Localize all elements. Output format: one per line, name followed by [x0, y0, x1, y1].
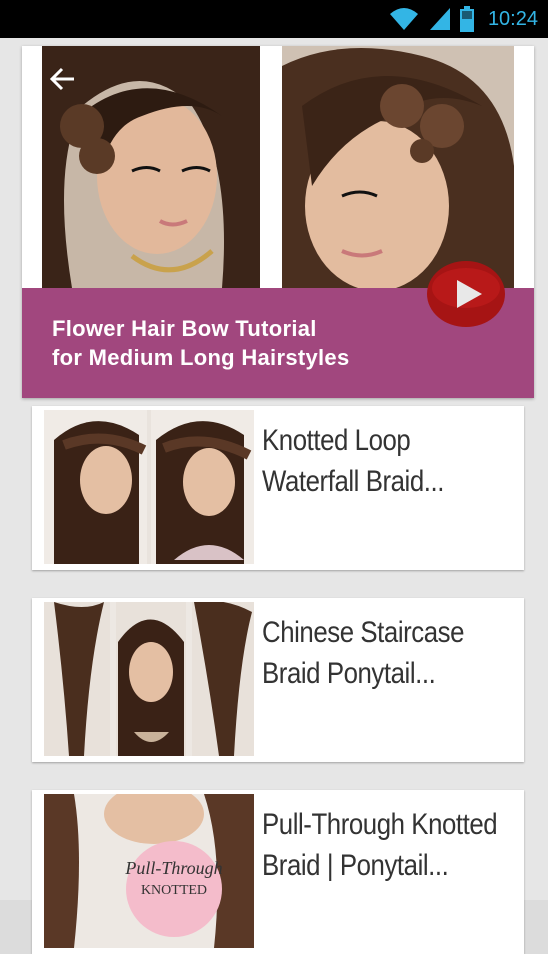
- video-card[interactable]: Knotted Loop Waterfall Braid...: [32, 406, 524, 570]
- status-icons: 10:24: [388, 6, 538, 32]
- featured-video[interactable]: Flower Hair Bow Tutorial for Medium Long…: [22, 46, 534, 398]
- featured-video-title: Flower Hair Bow Tutorial for Medium Long…: [52, 316, 350, 370]
- status-bar: 10:24: [0, 0, 548, 38]
- clock: 10:24: [487, 7, 538, 30]
- thumbnail-text: Pull-Through: [124, 858, 222, 878]
- hero-photo-right: [282, 46, 514, 288]
- battery-icon: [459, 6, 474, 32]
- wifi-icon: [389, 8, 418, 30]
- video-card[interactable]: Pull-Through KNOTTED Pull-Through Knotte…: [32, 790, 524, 954]
- video-title: Knotted Loop Waterfall Braid...: [262, 424, 444, 498]
- video-thumbnail: [44, 410, 254, 564]
- signal-icon: [429, 8, 450, 30]
- video-title: Chinese Staircase Braid Ponytail...: [262, 616, 465, 690]
- video-thumbnail: Pull-Through KNOTTED: [44, 794, 254, 948]
- back-button[interactable]: [48, 64, 78, 94]
- thumbnail-text: KNOTTED: [141, 883, 207, 898]
- play-icon: [427, 261, 505, 327]
- video-thumbnail: [44, 602, 254, 756]
- play-button[interactable]: [426, 260, 506, 328]
- video-title: Pull-Through Knotted Braid | Ponytail...: [262, 808, 498, 882]
- back-arrow-icon: [49, 67, 74, 91]
- video-card[interactable]: Chinese Staircase Braid Ponytail...: [32, 598, 524, 762]
